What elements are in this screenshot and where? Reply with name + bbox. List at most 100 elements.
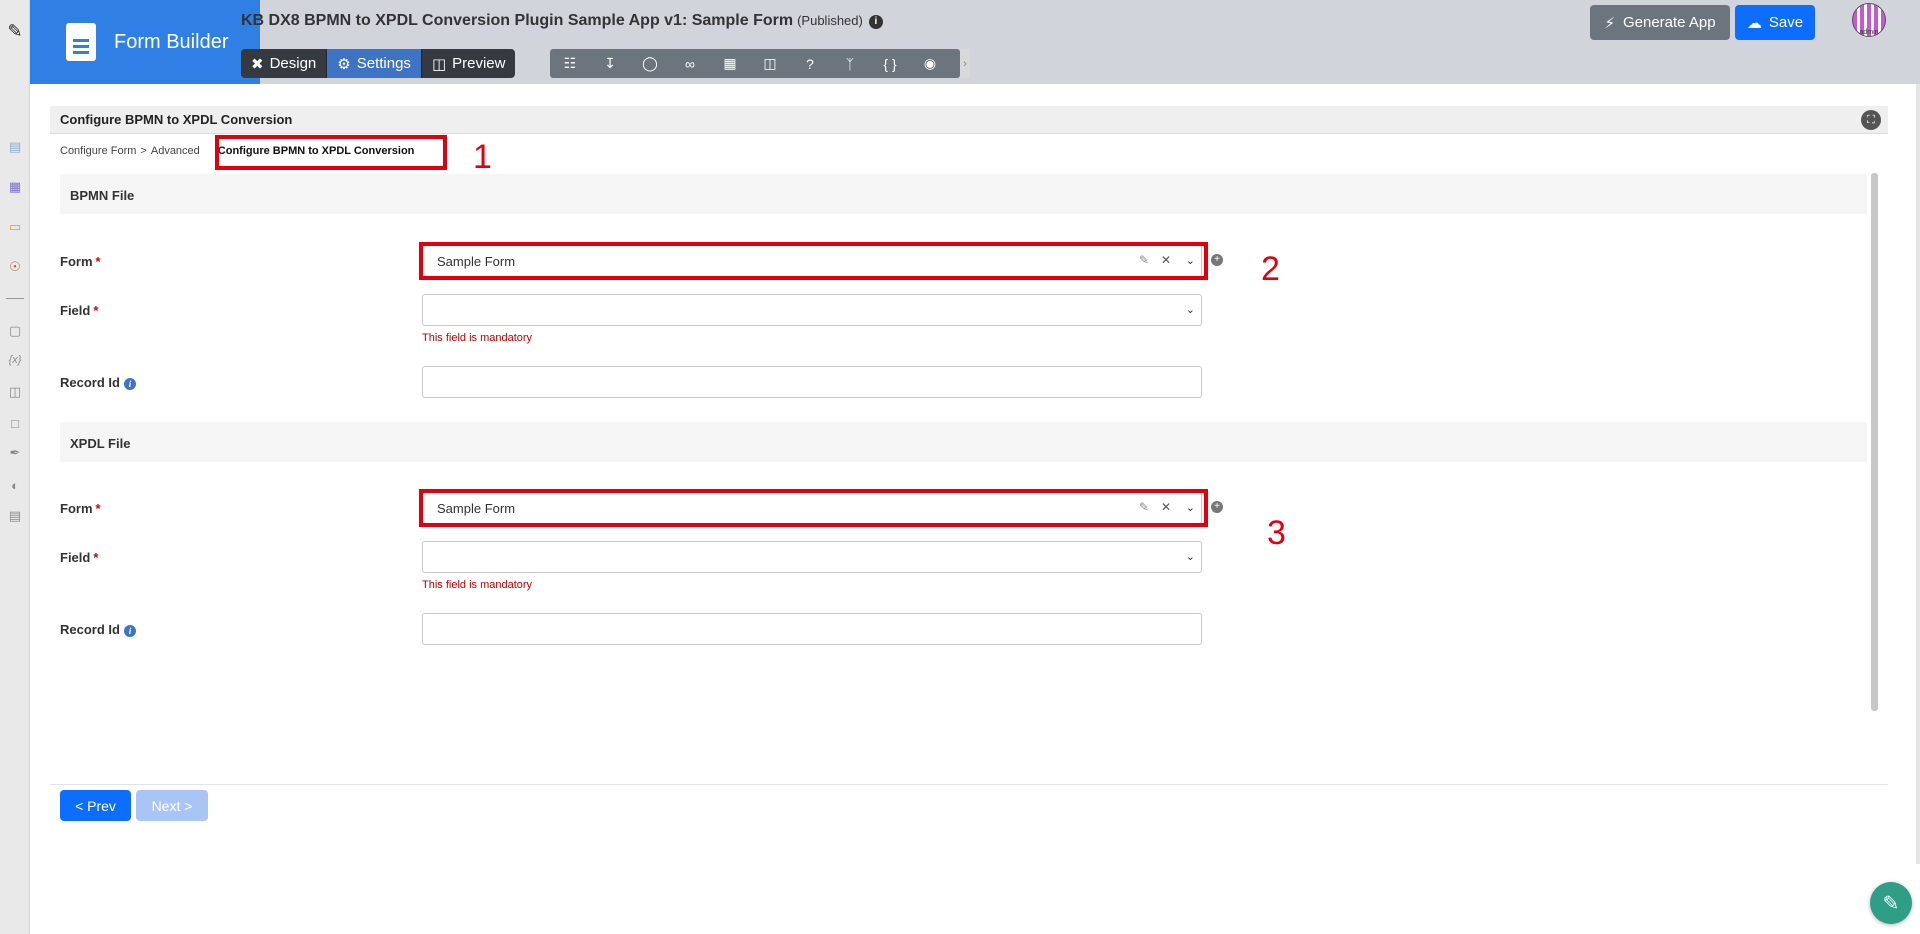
note-icon[interactable]: ▢	[6, 322, 24, 340]
section-xpdl-file: XPDL File	[60, 422, 1867, 462]
builder-toolbar: ☷ ↧ ◯ ∞ ▦ ◫ ? ᛉ { } ◉ ›	[550, 49, 970, 78]
required-mark: *	[95, 501, 101, 516]
generate-app-label: Generate App	[1622, 14, 1716, 31]
xpdl-field-select[interactable]: ⌄	[422, 541, 1202, 573]
breadcrumb-advanced[interactable]: Advanced	[151, 145, 200, 157]
braces-icon[interactable]: { }	[870, 49, 910, 78]
panel-title: Configure BPMN to XPDL Conversion	[60, 112, 293, 127]
bolt-icon: ⚡	[1604, 14, 1615, 32]
bpmn-record-id-input[interactable]	[422, 366, 1202, 398]
brand-label: Form Builder	[114, 30, 229, 53]
info-icon[interactable]: i	[868, 15, 883, 29]
next-button[interactable]: Next >	[136, 790, 208, 821]
binoculars-icon[interactable]: ∞	[670, 49, 710, 78]
variable-icon[interactable]: {x}	[6, 351, 24, 369]
grid-icon[interactable]: ▦	[710, 49, 750, 78]
cloud-upload-icon: ☁	[1746, 14, 1762, 32]
form-icon[interactable]: ▤	[6, 138, 24, 156]
page-scrollbar[interactable]	[1916, 84, 1920, 864]
annotation-box-3	[419, 489, 1208, 527]
left-rail: ✎ ▤ ▦ ▭ ☉ ▢ {x} ◫ □ ✒ ◐ ▤	[0, 0, 30, 934]
file-icon[interactable]: □	[6, 414, 24, 432]
section-bpmn-file: BPMN File	[60, 174, 1867, 214]
pencil-icon: ✎	[1882, 892, 1900, 915]
datalist-icon[interactable]: ▦	[6, 178, 24, 196]
resource-icon[interactable]: ◫	[6, 383, 24, 401]
panel-scrollbar[interactable]	[1871, 173, 1878, 711]
gauge-icon[interactable]: ◐	[6, 476, 24, 494]
tab-settings[interactable]: ⚙ Settings	[326, 49, 421, 78]
tab-design[interactable]: ✖ Design	[241, 49, 326, 78]
publish-status: (Published)	[797, 13, 863, 28]
footer-divider	[50, 784, 1888, 785]
annotation-number-3: 3	[1267, 514, 1286, 552]
bpmn-field-label: Field *	[60, 303, 98, 318]
edit-fab-button[interactable]: ✎	[1870, 882, 1912, 924]
annotation-box-1	[215, 135, 447, 170]
panel-header: Configure BPMN to XPDL Conversion ⛶	[50, 106, 1888, 134]
annotation-number-1: 1	[473, 138, 492, 176]
required-mark: *	[95, 254, 101, 269]
xpdl-form-label: Form *	[60, 501, 101, 516]
save-button[interactable]: ☁ Save	[1735, 5, 1815, 40]
bpmn-field-error: This field is mandatory	[422, 332, 533, 344]
xpdl-field-error: This field is mandatory	[422, 579, 533, 591]
tab-preview[interactable]: ◫ Preview	[420, 49, 516, 78]
plugin-icon[interactable]: ✒	[6, 444, 24, 462]
mode-switcher: ✖ Design ⚙ Settings ◫ Preview	[241, 49, 516, 78]
breadcrumb-configure-form[interactable]: Configure Form	[60, 145, 136, 157]
avatar[interactable]: admin	[1852, 3, 1886, 37]
info-icon[interactable]: i	[123, 378, 136, 390]
xpdl-field-label: Field *	[60, 550, 98, 565]
rail-divider	[6, 298, 24, 299]
chevron-down-icon: ⌄	[1185, 304, 1195, 316]
required-mark: *	[93, 550, 99, 565]
annotation-box-2	[419, 242, 1208, 280]
annotation-number-2: 2	[1261, 250, 1280, 288]
import-icon[interactable]: ↧	[590, 49, 630, 78]
bpmn-field-label-text: Field	[60, 303, 91, 318]
translate-icon[interactable]: ◫	[750, 49, 790, 78]
breadcrumb-separator: >	[140, 145, 147, 157]
design-icon: ✖	[251, 55, 264, 73]
page-title: KB DX8 BPMN to XPDL Conversion Plugin Sa…	[241, 12, 883, 30]
tree-icon[interactable]: ☷	[550, 49, 590, 78]
add-form-icon[interactable]: +	[1211, 254, 1223, 266]
bpmn-record-label: Record Id i	[60, 375, 136, 390]
toolbar-scroll-handle[interactable]: ›	[960, 49, 970, 78]
lock-icon[interactable]: ◯	[630, 49, 670, 78]
log-icon[interactable]: ▤	[6, 507, 24, 525]
xpdl-record-label-text: Record Id	[60, 622, 120, 637]
preview-icon: ◫	[431, 55, 447, 73]
brand-block: Form Builder	[30, 0, 260, 84]
save-label: Save	[1768, 14, 1804, 31]
generate-app-button[interactable]: ⚡ Generate App	[1590, 5, 1730, 40]
branch-icon[interactable]: ᛉ	[830, 49, 870, 78]
tab-design-label: Design	[269, 55, 317, 72]
gear-icon: ⚙	[337, 55, 351, 73]
bpmn-record-label-text: Record Id	[60, 375, 120, 390]
add-form-icon[interactable]: +	[1211, 501, 1223, 513]
chevron-down-icon: ⌄	[1185, 551, 1195, 563]
document-icon	[66, 23, 96, 61]
fullscreen-icon[interactable]: ⛶	[1861, 110, 1881, 130]
prev-button[interactable]: < Prev	[60, 790, 131, 821]
bpmn-form-label-text: Form	[60, 254, 93, 269]
edit-icon[interactable]: ✎	[6, 21, 24, 41]
process-icon[interactable]: ☉	[6, 258, 24, 276]
userview-icon[interactable]: ▭	[6, 218, 24, 236]
xpdl-field-label-text: Field	[60, 550, 91, 565]
xpdl-record-id-input[interactable]	[422, 613, 1202, 645]
tab-preview-label: Preview	[452, 55, 506, 72]
tab-settings-label: Settings	[356, 55, 411, 72]
avatar-text: admin	[1859, 29, 1879, 36]
app-title: KB DX8 BPMN to XPDL Conversion Plugin Sa…	[241, 12, 794, 29]
help-icon[interactable]: ?	[790, 49, 830, 78]
bpmn-form-label: Form *	[60, 254, 101, 269]
info-icon[interactable]: i	[123, 625, 136, 637]
bpmn-field-select[interactable]: ⌄	[422, 294, 1202, 326]
xpdl-record-label: Record Id i	[60, 622, 136, 637]
required-mark: *	[93, 303, 99, 318]
xpdl-form-label-text: Form	[60, 501, 93, 516]
camera-icon[interactable]: ◉	[910, 49, 950, 78]
